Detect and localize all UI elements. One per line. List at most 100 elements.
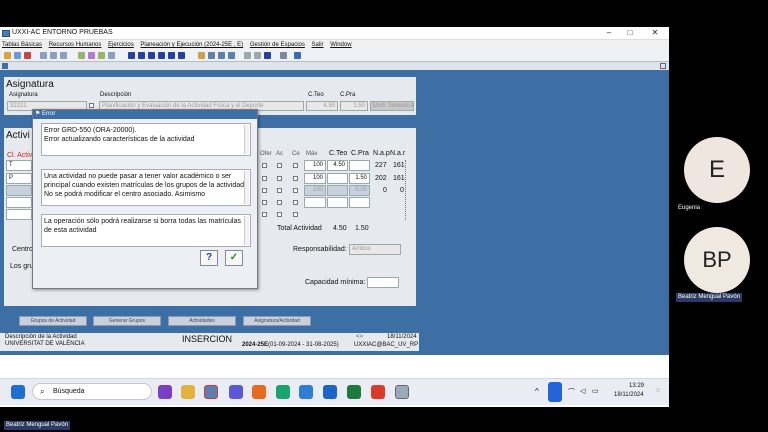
menu-planeacion[interactable]: Planeación y Ejecución (2024-25E , E) <box>140 42 243 48</box>
row3-ac-checkbox[interactable] <box>277 188 282 193</box>
menu-gestion-espacios[interactable]: Gestión de Espacios <box>250 42 305 48</box>
asignatura-cteo-field[interactable]: 4.50 <box>306 101 338 111</box>
windows-start-icon[interactable] <box>11 385 25 399</box>
clear-icon[interactable] <box>108 52 115 59</box>
insert-record-icon[interactable] <box>208 52 215 59</box>
save-icon[interactable] <box>4 52 11 59</box>
edit-icon[interactable] <box>198 52 205 59</box>
menu-ejercicios[interactable]: Ejercicios <box>108 42 134 48</box>
list-icon[interactable] <box>244 52 251 59</box>
cause-message-box[interactable]: Una actividad no puede pasar a tener val… <box>41 169 251 206</box>
file-explorer-icon[interactable] <box>181 385 195 399</box>
menu-tablas-basicas[interactable]: Tablas Básicas <box>2 42 42 48</box>
prev-record-icon[interactable] <box>148 52 155 59</box>
row5-ofer-checkbox[interactable] <box>262 212 267 217</box>
row2-ce-checkbox[interactable] <box>293 176 298 181</box>
app-form-icon[interactable] <box>395 385 409 399</box>
responsabilidad-select[interactable]: Ambos <box>349 244 401 255</box>
maximize-button[interactable]: □ <box>624 28 636 38</box>
next-record-icon[interactable] <box>158 52 165 59</box>
action-message-box[interactable]: La operación sólo podrá realizarse si bo… <box>41 214 251 247</box>
row4-cpra-field[interactable] <box>349 197 370 208</box>
taskbar-date[interactable]: 18/11/2024 <box>614 392 644 398</box>
error-message-scrollbar[interactable] <box>244 125 249 154</box>
help-button[interactable]: ? <box>200 250 218 266</box>
last-record-icon[interactable] <box>178 52 185 59</box>
grupos-actividad-button[interactable]: Grupos de Actividad <box>19 316 87 326</box>
row2-ofer-checkbox[interactable] <box>262 176 267 181</box>
actividad-code-field-4[interactable] <box>6 197 32 208</box>
teams-icon[interactable] <box>229 385 243 399</box>
row1-ce-checkbox[interactable] <box>293 163 298 168</box>
menu-salir[interactable]: Salir <box>312 42 324 48</box>
copilot-icon[interactable] <box>158 385 172 399</box>
row4-cteo-field[interactable] <box>327 197 348 208</box>
action-message-scrollbar[interactable] <box>244 216 249 245</box>
next-block-icon[interactable] <box>168 52 175 59</box>
minimize-button[interactable]: – <box>603 28 615 38</box>
close-button[interactable]: ✕ <box>649 28 661 38</box>
row3-ce-checkbox[interactable] <box>293 188 298 193</box>
row1-cteo-field[interactable]: 4.50 <box>327 160 348 171</box>
open-icon[interactable] <box>14 52 21 59</box>
actividad-code-field-5[interactable] <box>6 209 32 220</box>
notifications-icon[interactable]: ◌ <box>656 387 660 394</box>
row1-ac-checkbox[interactable] <box>277 163 282 168</box>
row3-ofer-checkbox[interactable] <box>262 188 267 193</box>
cut-icon[interactable] <box>40 52 47 59</box>
help-icon[interactable] <box>264 52 271 59</box>
wifi-icon[interactable]: ⌒ <box>568 387 575 397</box>
app-running-icon[interactable] <box>204 385 218 399</box>
taskbar-search-input[interactable]: ⌕ Búsqueda <box>32 383 152 400</box>
actividad-code-field-1[interactable]: T <box>6 160 32 171</box>
cause-message-scrollbar[interactable] <box>244 171 249 204</box>
row3-cteo-field[interactable] <box>327 185 348 196</box>
row1-ofer-checkbox[interactable] <box>262 163 267 168</box>
row1-cpra-field[interactable] <box>349 160 370 171</box>
exit-icon[interactable] <box>24 52 31 59</box>
row2-ac-checkbox[interactable] <box>277 176 282 181</box>
row4-ofer-checkbox[interactable] <box>262 200 267 205</box>
tray-chevron-icon[interactable]: ^ <box>535 387 539 396</box>
actividad-code-field-2[interactable]: P <box>6 173 32 184</box>
first-record-icon[interactable] <box>128 52 135 59</box>
edge-icon[interactable] <box>276 385 290 399</box>
menu-recursos-humanos[interactable]: Recursos Humanos <box>49 42 102 48</box>
actividad-code-field-3[interactable] <box>6 185 32 196</box>
error-message-box[interactable]: Error GRD-550 (ORA-20000). Error actuali… <box>41 123 251 156</box>
row3-max-field[interactable]: 100 <box>304 185 326 196</box>
volume-icon[interactable]: ◁ <box>580 387 585 395</box>
duplicate-icon[interactable] <box>228 52 235 59</box>
microphone-icon[interactable] <box>548 382 562 402</box>
asignatura-lov-icon[interactable] <box>89 103 94 108</box>
form-maximize-icon[interactable] <box>660 63 666 69</box>
app-red-icon[interactable] <box>371 385 385 399</box>
query-icon[interactable] <box>78 52 85 59</box>
paste-icon[interactable] <box>60 52 67 59</box>
ok-button[interactable]: ✓ <box>225 250 243 266</box>
row4-ac-checkbox[interactable] <box>277 200 282 205</box>
row2-cteo-field[interactable] <box>327 173 348 184</box>
row3-cpra-field[interactable]: 0.00 <box>349 185 370 196</box>
row5-ac-checkbox[interactable] <box>277 212 282 217</box>
row2-max-field[interactable]: 100 <box>304 173 326 184</box>
row4-ce-checkbox[interactable] <box>293 200 298 205</box>
lock-icon[interactable] <box>280 52 287 59</box>
info-icon[interactable] <box>294 52 301 59</box>
asignatura-extra-field[interactable]: Mod. Semestral <box>370 101 414 111</box>
delete-record-icon[interactable] <box>218 52 225 59</box>
row2-cpra-field[interactable]: 1.50 <box>349 173 370 184</box>
capacidad-minima-field[interactable] <box>367 277 399 288</box>
cancel-query-icon[interactable] <box>98 52 105 59</box>
row1-max-field[interactable]: 100 <box>304 160 326 171</box>
actividades-button[interactable]: Actividades <box>168 316 236 326</box>
excel-icon[interactable] <box>347 385 361 399</box>
asignatura-cpra-field[interactable]: 1.50 <box>340 101 368 111</box>
generar-grupos-button[interactable]: Generar Grupos <box>93 316 161 326</box>
row4-max-field[interactable] <box>304 197 326 208</box>
execute-icon[interactable] <box>88 52 95 59</box>
battery-icon[interactable]: ▭ <box>592 387 599 395</box>
asignatura-actividad-button[interactable]: Asignatura/Actividad <box>243 316 311 326</box>
firefox-icon[interactable] <box>252 385 266 399</box>
copy-icon[interactable] <box>50 52 57 59</box>
